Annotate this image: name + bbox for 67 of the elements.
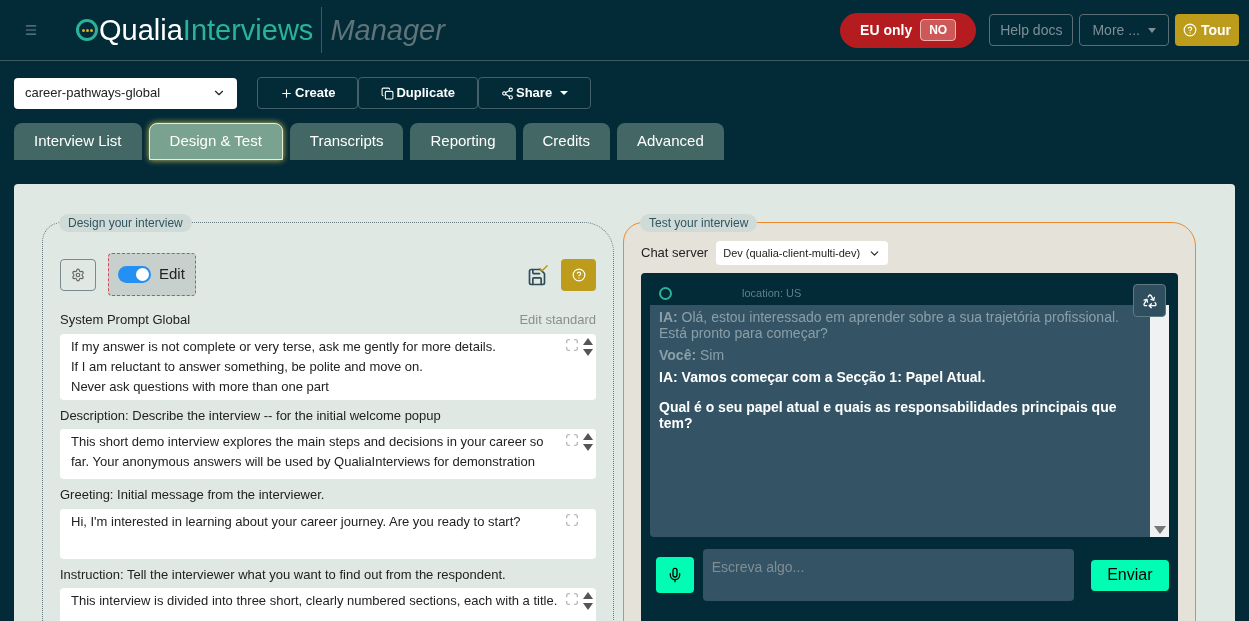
expand-icon[interactable] <box>565 433 579 447</box>
help-icon <box>1182 23 1197 37</box>
chat-message: IA: Olá, estou interessado em aprender sobre a sua trajetória profissional. Está pronto para começar? <box>659 309 1120 341</box>
logo-icon <box>76 19 98 41</box>
eu-only-toggle[interactable]: EU only NO <box>840 12 977 48</box>
text-line: This short demo interview explores the main steps and decisions in your career so <box>71 433 545 451</box>
text-area[interactable]: Hi, I'm interested in learning about your career journey. Are you ready to start? <box>60 508 596 559</box>
toolbar-button[interactable]: Duplicate <box>358 77 478 109</box>
field-label: Instruction: Tell the interviewer what you want to find out from the respondent. <box>60 565 506 584</box>
help-button[interactable] <box>561 258 596 291</box>
scroll-arrows-icon <box>583 337 593 356</box>
project-select[interactable]: career-pathways-global <box>14 77 237 109</box>
toolbar-button[interactable]: Share <box>478 77 592 109</box>
chat-message: Qual é o seu papel atual e quais as responsabilidades principais que tem? <box>659 399 1118 431</box>
scroll-arrows-icon <box>583 433 593 451</box>
expand-icon[interactable] <box>565 592 579 606</box>
panel-legend: Design your interview <box>59 214 192 232</box>
text-area[interactable]: This short demo interview explores the main steps and decisions in your career so far. Your anonymous answers will be used by QualiaInterviews for demonstration <box>60 429 596 479</box>
saved-icon <box>527 262 549 287</box>
share-icon <box>501 86 514 100</box>
help-docs-button[interactable]: Help docs <box>989 14 1074 46</box>
tab[interactable]: Advanced <box>617 123 724 160</box>
tab[interactable]: Reporting <box>410 123 516 160</box>
tab[interactable]: Credits <box>522 123 610 160</box>
text-line: If I am reluctant to answer something, be polite and move on. <box>71 357 424 376</box>
chat-message: Você: Sim <box>659 347 726 363</box>
server-select[interactable]: Dev (qualia-client-multi-dev) <box>716 241 889 265</box>
create-icon <box>280 86 293 100</box>
logo-icon <box>659 286 672 300</box>
chat-message: IA: Vamos começar com a Secção 1: Papel Atual. <box>659 369 987 385</box>
recycle-icon <box>1141 292 1158 309</box>
menu-icon[interactable] <box>24 23 38 37</box>
text-line: Hi, I'm interested in learning about your career journey. Are you ready to start? <box>71 512 522 531</box>
text-line: far. Your anonymous answers will be used by QualiaInterviews for demonstration <box>71 453 536 471</box>
more-dropdown[interactable]: More ... <box>1079 14 1169 46</box>
text-area[interactable]: This interview is divided into three short, clearly numbered sections, each with a title. <box>60 588 596 621</box>
logo-text: Qualia <box>99 15 183 45</box>
text-line: Never ask questions with more than one part <box>71 377 330 396</box>
tab[interactable]: Interview List <box>14 123 142 160</box>
expand-icon[interactable] <box>565 337 579 352</box>
field-label: Chat server <box>641 244 709 263</box>
caret-icon <box>560 91 569 95</box>
logo-text: Interviews <box>182 15 314 45</box>
reset-chat-button[interactable] <box>1133 284 1166 317</box>
field-label: Greeting: Initial message from the interviewer. <box>60 486 325 504</box>
scroll-arrows-icon <box>583 592 593 610</box>
text-line: If my answer is not complete or very terse, ask me gently for more details. <box>71 337 497 356</box>
caret-icon <box>1147 27 1156 33</box>
toggle-value: NO <box>920 19 957 41</box>
toolbar-button[interactable]: Create <box>257 77 359 109</box>
help-icon <box>571 267 586 282</box>
subtitle: Manager <box>330 15 445 45</box>
location-text: location: US <box>742 285 802 301</box>
settings-button[interactable] <box>60 258 96 291</box>
duplicate-icon <box>381 86 395 100</box>
panel-legend: Test your interview <box>640 214 758 232</box>
field-label: System Prompt Global <box>60 311 191 329</box>
settings-icon <box>71 267 85 282</box>
edit-toggle[interactable]: Edit <box>108 253 196 296</box>
text-area[interactable]: If my answer is not complete or very terse, ask me gently for more details. If I am reluctant to answer something, be polite and move on. Never ask questions with more than one part <box>60 333 596 400</box>
expand-icon[interactable] <box>565 512 579 527</box>
field-label: Description: Describe the interview -- for the initial welcome popup <box>60 406 441 425</box>
microphone-button[interactable] <box>656 557 694 593</box>
text-line: This interview is divided into three short, clearly numbered sections, each with a title. <box>71 592 559 610</box>
scroll-down-icon <box>1153 526 1166 534</box>
tab[interactable]: Transcripts <box>289 123 404 160</box>
send-button[interactable]: Enviar <box>1090 559 1169 591</box>
